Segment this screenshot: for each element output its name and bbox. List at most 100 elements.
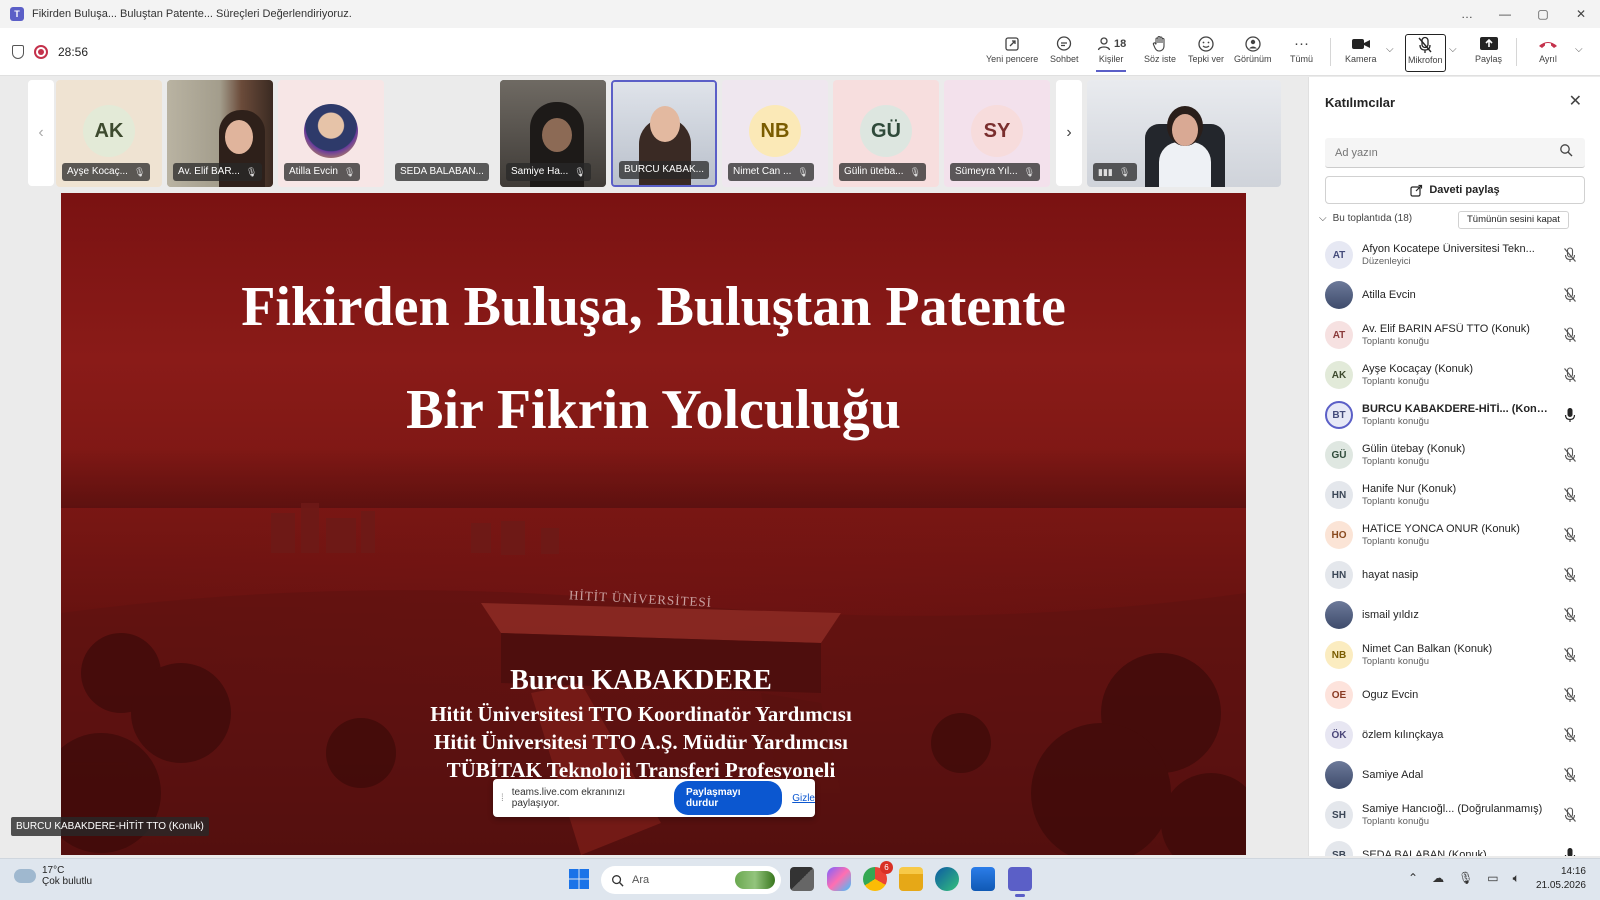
participant-tile[interactable]: Samiye Ha... 🎙︎ (500, 80, 606, 187)
mic-on-icon[interactable] (1563, 847, 1577, 856)
avatar: ÖK (1325, 721, 1353, 749)
weather-widget[interactable]: 17°C Çok bulutlu (10, 864, 92, 887)
participant-name: hayat nasip (1362, 569, 1419, 581)
mic-off-icon[interactable] (1563, 487, 1577, 503)
participant-row[interactable]: SH Samiye Hancıoğl... (Doğrulanmamış) Topl… (1309, 795, 1600, 835)
raise-hand-button[interactable]: Söz iste (1144, 34, 1176, 72)
maximize-button[interactable]: ▢ (1524, 7, 1562, 21)
people-button[interactable]: 18 Kişiler (1096, 34, 1127, 72)
task-view-icon[interactable] (790, 867, 814, 891)
participant-tile-active-speaker[interactable]: BURCU KABAK... (611, 80, 717, 187)
participant-tile[interactable]: AK Ayşe Kocaç... 🎙︎ (56, 80, 162, 187)
minimize-button[interactable]: — (1486, 7, 1524, 21)
mic-options-chevron-icon[interactable]: ⌵ (1449, 44, 1457, 55)
more-button[interactable]: ··· Tümü (1290, 34, 1313, 72)
participant-tile[interactable]: Atilla Evcin 🎙︎ (278, 80, 384, 187)
mic-off-icon[interactable] (1563, 607, 1577, 623)
participant-row[interactable]: ÖK özlem kılınçkaya (1309, 715, 1600, 755)
participant-tile[interactable]: GÜ Gülin ütebа... 🎙︎ (833, 80, 939, 187)
close-panel-icon[interactable]: ✕ (1569, 91, 1582, 111)
tile-name-label: Gülin ütebа... 🎙︎ (839, 163, 926, 181)
chrome-icon[interactable]: 6 (863, 861, 893, 891)
participant-row[interactable]: OE Oguz Evcin (1309, 675, 1600, 715)
meeting-toolbar: 28:56 Yeni pencere Sohbet 18 Kişiler Söz… (0, 28, 1600, 76)
participant-name: Oguz Evcin (1362, 689, 1419, 701)
network-icon[interactable]: ▭ (1487, 871, 1498, 886)
participant-role: Toplantı konuğu (1362, 376, 1430, 387)
mic-off-icon[interactable] (1563, 527, 1577, 543)
avatar: GÜ (860, 105, 912, 157)
mic-off-icon[interactable] (1563, 247, 1577, 263)
camera-icon (1351, 34, 1371, 54)
participant-row[interactable]: ismail yıldız (1309, 595, 1600, 635)
share-button[interactable]: Paylaş (1475, 34, 1502, 72)
mic-off-icon[interactable] (1563, 647, 1577, 663)
pop-out-icon (1004, 34, 1020, 54)
store-icon[interactable] (971, 867, 995, 891)
chat-button[interactable]: Sohbet (1050, 34, 1079, 72)
avatar (1325, 761, 1353, 789)
copilot-icon[interactable] (827, 867, 851, 891)
mic-button[interactable]: Mikrofon (1405, 34, 1446, 72)
participant-row[interactable]: HO HATİCE YONCA ONUR (Konuk) Toplantı konu… (1309, 515, 1600, 555)
view-button[interactable]: Görünüm (1234, 34, 1272, 72)
mic-off-icon[interactable] (1563, 807, 1577, 823)
taskbar-clock[interactable]: 14:16 21.05.2026 (1536, 865, 1586, 893)
participant-tile[interactable]: NB Nimet Can ... 🎙︎ (722, 80, 828, 187)
participant-row[interactable]: AT Afyon Kocatepe Üniversitesi Tekn... Düz… (1309, 235, 1600, 275)
mic-off-icon[interactable] (1563, 727, 1577, 743)
participant-row[interactable]: Samiye Adal (1309, 755, 1600, 795)
share-invite-button[interactable]: Daveti paylaş (1325, 176, 1585, 204)
mic-off-icon[interactable] (1563, 767, 1577, 783)
participant-tile[interactable]: Av. Elif BAR... 🎙︎ (167, 80, 273, 187)
participant-role: Toplantı konuğu (1362, 656, 1430, 667)
self-view-tile[interactable]: ▮▮▮ 🎙︎ (1087, 80, 1281, 187)
participant-tile[interactable]: SEDA BALABAN... (389, 80, 495, 187)
leave-button[interactable]: Ayrıl (1537, 34, 1559, 72)
mic-on-icon[interactable] (1563, 407, 1577, 423)
mic-off-icon[interactable] (1563, 367, 1577, 383)
participant-row[interactable]: GÜ Gülin ütebay (Konuk) Toplantı konuğu (1309, 435, 1600, 475)
close-window-button[interactable]: ✕ (1562, 7, 1600, 21)
chevron-up-icon[interactable]: ⌃ (1408, 871, 1418, 886)
participant-row[interactable]: AK Ayşe Kocaçay (Konuk) Toplantı konuğu (1309, 355, 1600, 395)
mute-all-button[interactable]: Tümünün sesini kapat (1458, 211, 1569, 229)
participant-row[interactable]: SB SEDA BALABAN (Konuk) (1309, 835, 1600, 856)
teams-taskbar-icon[interactable] (1008, 867, 1032, 897)
onedrive-cloud-icon[interactable]: ☁ (1432, 871, 1444, 886)
leave-options-chevron-icon[interactable]: ⌵ (1575, 44, 1583, 55)
start-button[interactable] (567, 867, 591, 891)
drag-handle-icon[interactable]: ⁞ (501, 793, 504, 804)
tile-name-label: Ayşe Kocaç... 🎙︎ (62, 163, 151, 181)
in-meeting-section-toggle[interactable]: ⌵ Bu toplantıda (18) (1319, 213, 1412, 224)
participant-row[interactable]: HN hayat nasip (1309, 555, 1600, 595)
participant-row[interactable]: AT Av. Elif BARIN AFSÜ TTO (Konuk) Toplant… (1309, 315, 1600, 355)
react-button[interactable]: Tepki ver (1188, 34, 1224, 72)
microphone-icon[interactable]: 🎙︎ (1458, 871, 1473, 886)
strip-prev-icon[interactable]: ‹ (28, 80, 54, 186)
mic-off-icon[interactable] (1563, 327, 1577, 343)
file-explorer-icon[interactable] (899, 867, 923, 891)
participant-row[interactable]: NB Nimet Can Balkan (Konuk) Toplantı konuğ… (1309, 635, 1600, 675)
hang-up-icon (1537, 34, 1559, 54)
camera-button[interactable]: Kamera (1345, 34, 1377, 72)
mic-off-icon[interactable] (1563, 447, 1577, 463)
volume-icon[interactable]: 🔈︎ (1513, 871, 1520, 886)
participant-row[interactable]: Atilla Evcin (1309, 275, 1600, 315)
edge-icon[interactable] (935, 867, 959, 891)
participant-search-input[interactable] (1325, 138, 1585, 168)
participant-row[interactable]: BT BURCU KABAKDERE-HİTİ... (Konuk) Toplant… (1309, 395, 1600, 435)
camera-options-chevron-icon[interactable]: ⌵ (1386, 44, 1394, 55)
participant-tile[interactable]: SY Sümeyra Yıl... 🎙︎ (944, 80, 1050, 187)
stop-sharing-button[interactable]: Paylaşmayı durdur (674, 781, 783, 815)
participant-list: AT Afyon Kocatepe Üniversitesi Tekn... Düz… (1309, 235, 1600, 856)
strip-next-icon[interactable]: › (1056, 80, 1082, 186)
participant-row[interactable]: HN Hanife Nur (Konuk) Toplantı konuğu (1309, 475, 1600, 515)
taskbar-search[interactable]: Ara (601, 866, 781, 894)
hide-share-bar-link[interactable]: Gizle (792, 793, 815, 804)
mic-off-icon[interactable] (1563, 567, 1577, 583)
mic-off-icon[interactable] (1563, 287, 1577, 303)
new-window-button[interactable]: Yeni pencere (986, 34, 1038, 72)
mic-off-icon[interactable] (1563, 687, 1577, 703)
more-options-icon[interactable]: … (1448, 7, 1486, 21)
